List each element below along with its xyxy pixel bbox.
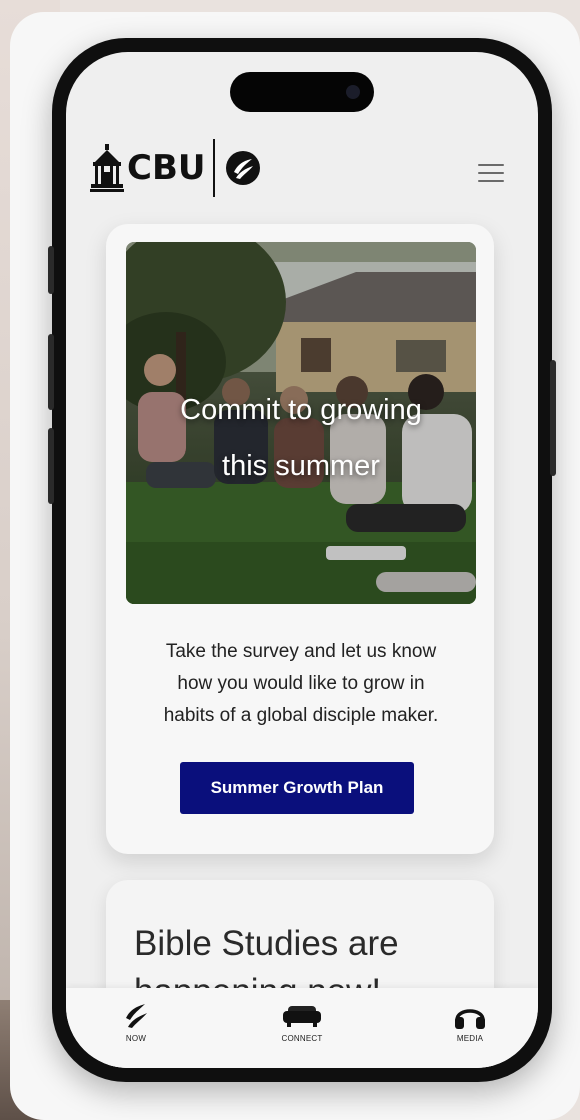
tab-now[interactable]: NOW [96, 998, 176, 1043]
hero-title-line-2: this summer [222, 450, 380, 482]
phone-screen: CBU Commit to growing this summer Take t… [66, 52, 538, 1068]
tab-now-label: NOW [125, 1034, 147, 1043]
logo-wordmark: CBU [127, 148, 206, 188]
description-line-1: Take the survey and let us know [165, 641, 437, 662]
card-description: Take the survey and let us know how you … [126, 636, 476, 732]
headphones-icon [455, 1009, 485, 1029]
summer-growth-plan-button[interactable]: Summer Growth Plan [180, 762, 414, 814]
phone-frame: CBU Commit to growing this summer Take t… [48, 38, 556, 1082]
phone-volume-down-button [48, 428, 54, 504]
tab-media[interactable]: MEDIA [430, 998, 510, 1043]
tab-connect-label: CONNECT [281, 1034, 323, 1043]
phone-volume-up-button [48, 334, 54, 410]
hamburger-menu-icon[interactable] [478, 164, 506, 186]
description-line-3: habits of a global disciple maker. [163, 705, 439, 726]
phone-power-button [550, 360, 556, 476]
dynamic-island [230, 72, 374, 112]
summer-growth-card: Commit to growing this summer Take the s… [106, 224, 494, 854]
cbu-logo[interactable]: CBU [90, 138, 261, 198]
hero-title: Commit to growing this summer [126, 382, 476, 494]
logo-divider [213, 139, 216, 197]
bible-studies-title-line-1: Bible Studies are [134, 924, 399, 963]
front-camera [346, 85, 360, 99]
hero-title-line-1: Commit to growing [180, 394, 422, 426]
building-logo-icon [90, 144, 124, 192]
tab-media-label: MEDIA [456, 1034, 484, 1043]
hero-image: Commit to growing this summer [126, 242, 476, 604]
tab-connect[interactable]: CONNECT [262, 998, 342, 1043]
bottom-tab-bar: NOW CONNECT MEDIA [66, 988, 538, 1068]
couch-icon [283, 1006, 321, 1027]
phone-action-button [48, 246, 54, 294]
flame-swirl-icon [126, 1004, 147, 1028]
flame-swirl-logo-icon [226, 151, 261, 185]
app-header: CBU [66, 122, 538, 212]
description-line-2: how you would like to grow in [177, 673, 425, 694]
